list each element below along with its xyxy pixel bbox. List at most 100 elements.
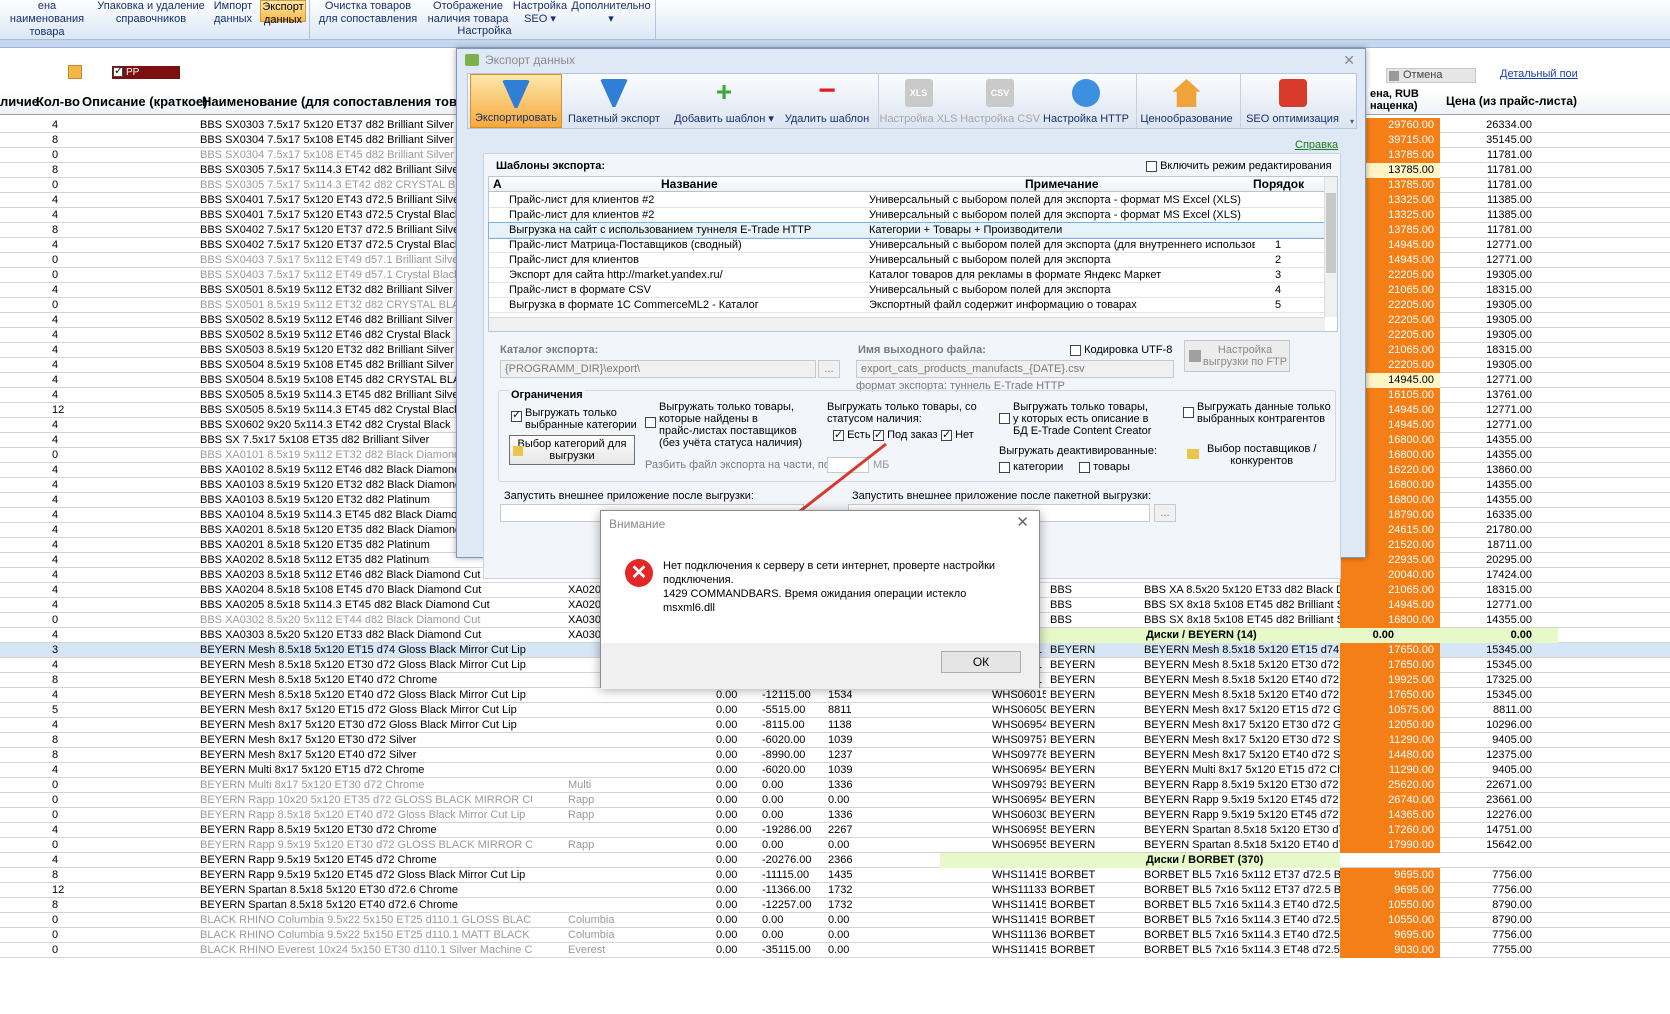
- pp-flag[interactable]: РР: [112, 65, 180, 79]
- table-row[interactable]: 5 BEYERN Mesh 8x17 5x120 ET15 d72 Gloss B…: [0, 703, 1670, 718]
- contractors-toggle[interactable]: Выгружать данные только выбранных контра…: [1183, 401, 1331, 425]
- table-row[interactable]: 0 BEYERN Rapp 10x20 5x120 ET35 d72 GLOSS …: [0, 793, 1670, 808]
- ribbon-more-button[interactable]: Дополнительно ▾: [568, 0, 654, 26]
- edit-mode-checkbox[interactable]: [1146, 160, 1157, 172]
- ribbon-pack-button[interactable]: Упаковка и удаление справочников: [96, 0, 206, 26]
- templates-vscroll[interactable]: [1324, 177, 1337, 317]
- table-row[interactable]: 8 BEYERN Spartan 8.5x18 5x120 ET40 d72.6 …: [0, 898, 1670, 913]
- ribbon-group-label: Настройка: [457, 25, 512, 37]
- pp-checkbox[interactable]: [113, 65, 123, 78]
- col-price-rub[interactable]: ена, RUB наценка): [1370, 88, 1419, 112]
- ribbon-availability-button[interactable]: Отображение наличия товара: [424, 0, 512, 26]
- ftp-settings-button[interactable]: Настройка выгрузки по FTP: [1184, 340, 1290, 372]
- table-row[interactable]: 12 BEYERN Spartan 8.5x18 5x120 ET30 d72.6…: [0, 883, 1670, 898]
- deact-cats-checkbox[interactable]: [999, 461, 1010, 473]
- col-template-name[interactable]: Название: [661, 177, 718, 191]
- col-active[interactable]: A: [493, 177, 502, 191]
- table-row[interactable]: 0 BEYERN Rapp 9.5x19 5x120 ET30 d72 GLOSS…: [0, 838, 1670, 853]
- col-availability[interactable]: личие: [0, 94, 39, 109]
- close-icon[interactable]: ✕: [1343, 52, 1355, 69]
- table-row[interactable]: 4 BEYERN Rapp 8.5x19 5x120 ET30 d72 Chrom…: [0, 823, 1670, 838]
- deact-products-toggle[interactable]: товары: [1079, 461, 1130, 473]
- table-row[interactable]: 0 BLACK RHINO Columbia 9.5x22 5x150 ET25 …: [0, 928, 1670, 943]
- table-row[interactable]: 0 BEYERN Rapp 8.5x18 5x120 ET40 d72 Gloss…: [0, 808, 1670, 823]
- deact-products-checkbox[interactable]: [1079, 461, 1090, 473]
- catalog-input[interactable]: {PROGRAMM_DIR}\export\: [500, 360, 816, 378]
- detail-link[interactable]: Детальный пои: [1500, 68, 1578, 80]
- price-cell: 0.00: [1340, 628, 1440, 643]
- run-after-batch-browse[interactable]: ...: [1154, 504, 1176, 522]
- table-row[interactable]: 4 BEYERN Mesh 8x17 5x120 ET30 d72 Gloss B…: [0, 718, 1670, 733]
- templates-vscroll-thumb[interactable]: [1326, 193, 1336, 273]
- pick-categories-button[interactable]: Выбор категорий для выгрузки: [509, 435, 635, 465]
- template-row[interactable]: Прайс-лист в формате CSV Универсальный с…: [489, 283, 1325, 298]
- pp-label: РР: [126, 67, 140, 78]
- status-yes-checkbox[interactable]: [833, 428, 844, 441]
- table-row[interactable]: 0 BEYERN Multi 8x17 5x120 ET30 d72 Chrome…: [0, 778, 1670, 793]
- edit-mode-toggle[interactable]: Включить режим редактирования: [1146, 160, 1332, 172]
- pick-suppliers-button[interactable]: Выбор поставщиков / конкурентов: [1187, 443, 1317, 467]
- delete-template-button[interactable]: − Удалить шаблон: [780, 74, 874, 128]
- supplier-cell: BEYERN: [1050, 659, 1096, 671]
- template-row[interactable]: Выгрузка на сайт с использованием туннел…: [488, 222, 1326, 239]
- toolbar-expand-icon[interactable]: ▾: [1350, 117, 1354, 126]
- col-price-list[interactable]: Цена (из прайс-листа): [1446, 94, 1577, 108]
- help-link[interactable]: Справка: [1295, 139, 1338, 151]
- status-no-checkbox[interactable]: [941, 428, 952, 441]
- template-row[interactable]: Экспорт для сайта http://market.yandex.r…: [489, 268, 1325, 283]
- close-icon[interactable]: ✕: [1016, 513, 1029, 531]
- catalog-browse-button[interactable]: ...: [818, 360, 840, 378]
- status-order-checkbox[interactable]: [873, 428, 884, 441]
- only-selected-cats-checkbox[interactable]: [511, 409, 522, 422]
- has-desc-toggle[interactable]: Выгружать только товары, у которых есть …: [999, 401, 1151, 437]
- deact-cats-toggle[interactable]: категории: [999, 461, 1063, 473]
- csv-settings-button[interactable]: CSV Настройка CSV: [960, 74, 1040, 128]
- table-row[interactable]: 8 BEYERN Mesh 8x17 5x120 ET30 d72 Silver 0…: [0, 733, 1670, 748]
- pricing-button[interactable]: Ценообразование: [1136, 74, 1236, 128]
- list-price-cell: 12771.00: [1486, 239, 1532, 251]
- table-row[interactable]: 4 BEYERN Multi 8x17 5x120 ET15 d72 Chrome…: [0, 763, 1670, 778]
- cancel-button[interactable]: Отмена: [1386, 68, 1476, 83]
- utf8-toggle[interactable]: Кодировка UTF-8: [1070, 344, 1172, 356]
- http-settings-label: Настройка HTTP: [1043, 113, 1129, 125]
- only-selected-cats-toggle[interactable]: Выгружать только выбранные категории: [511, 407, 637, 431]
- template-row[interactable]: Прайс-лист для клиентов #2 Универсальный…: [489, 208, 1325, 223]
- templates-hscroll[interactable]: [489, 317, 1325, 331]
- name-cell: BEYERN Rapp 8.5x18 5x120 ET40 d72 Gloss …: [200, 809, 526, 821]
- batch-export-button[interactable]: Пакетный экспорт: [566, 74, 662, 128]
- has-desc-checkbox[interactable]: [999, 413, 1010, 424]
- col-short-desc[interactable]: Описание (краткое): [82, 94, 207, 109]
- table-row[interactable]: 4 BEYERN Mesh 8.5x18 5x120 ET40 d72 Gloss…: [0, 688, 1670, 703]
- http-settings-button[interactable]: Настройка HTTP: [1042, 74, 1130, 128]
- utf8-checkbox[interactable]: [1070, 344, 1081, 356]
- ribbon-export-button[interactable]: Экспорт данных: [260, 0, 306, 26]
- col-name[interactable]: Наименование (для сопоставления товаро: [202, 94, 456, 109]
- table-row[interactable]: 0 BLACK RHINO Everest 10x24 5x150 ET30 d1…: [0, 943, 1670, 958]
- ribbon-import-button[interactable]: Импорт данных: [210, 0, 256, 26]
- contractors-checkbox[interactable]: [1183, 407, 1194, 418]
- xls-settings-button[interactable]: XLS Настройка XLS: [878, 74, 958, 128]
- table-row[interactable]: 0 BLACK RHINO Columbia 9.5x22 5x150 ET25 …: [0, 913, 1670, 928]
- col-order[interactable]: Порядок: [1253, 177, 1304, 191]
- ribbon-seo-button[interactable]: Настройка SEO ▾: [512, 0, 568, 26]
- export-button[interactable]: Экспортировать: [470, 74, 562, 128]
- col-note[interactable]: Примечание: [1025, 177, 1099, 191]
- filename-input[interactable]: export_cats_products_manufacts_{DATE}.cs…: [856, 360, 1174, 378]
- only-found-checkbox[interactable]: [645, 417, 656, 428]
- seo-button[interactable]: SEO оптимизация: [1240, 74, 1344, 128]
- folder-lock-icon[interactable]: [68, 65, 82, 79]
- template-row[interactable]: Прайс-лист для клиентов #2 Универсальный…: [489, 193, 1325, 208]
- table-row[interactable]: 4 BEYERN Rapp 9.5x19 5x120 ET45 d72 Chrom…: [0, 853, 1670, 868]
- template-row[interactable]: Выгрузка в формате 1С CommerceML2 - Ката…: [489, 298, 1325, 313]
- ribbon-rename-button[interactable]: ена наименования товара: [0, 0, 94, 39]
- template-row[interactable]: Прайс-лист для клиентов Универсальный с …: [489, 253, 1325, 268]
- col-qty[interactable]: Кол-во: [36, 94, 80, 109]
- ok-button[interactable]: ОК: [941, 651, 1021, 673]
- status-no-toggle[interactable]: Нет: [941, 428, 974, 441]
- template-note: Категории + Товары + Производители: [869, 224, 1063, 236]
- template-row[interactable]: Прайс-лист Матрица-Поставщиков (сводный)…: [489, 238, 1325, 253]
- table-row[interactable]: 8 BEYERN Mesh 8x17 5x120 ET40 d72 Silver 0…: [0, 748, 1670, 763]
- ribbon-clear-button[interactable]: Очистка товаров для сопоставления: [316, 0, 420, 26]
- table-row[interactable]: 8 BEYERN Rapp 9.5x19 5x120 ET45 d72 Gloss…: [0, 868, 1670, 883]
- add-template-button[interactable]: + Добавить шаблон ▾: [672, 74, 776, 128]
